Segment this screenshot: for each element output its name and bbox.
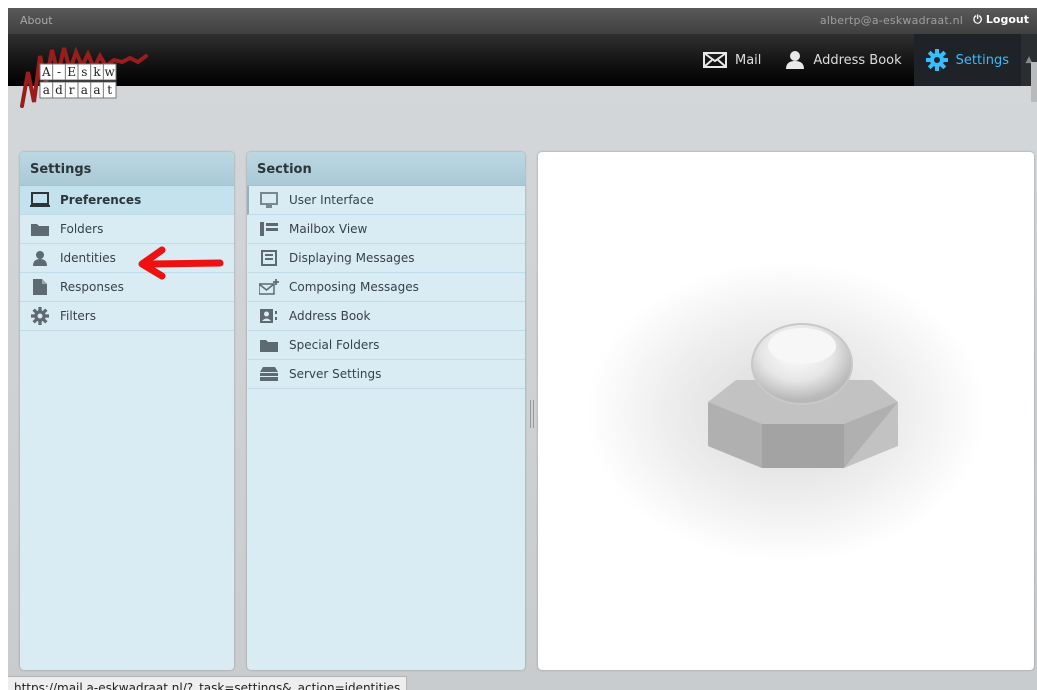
server-icon bbox=[259, 365, 279, 383]
logo-letter: A bbox=[41, 65, 51, 79]
section-item-user-interface[interactable]: User Interface bbox=[247, 186, 525, 215]
nav-mail-label: Mail bbox=[735, 52, 762, 68]
logo-letter: w bbox=[105, 65, 116, 79]
mail-window: About albertp@a-eskwadraat.nl ⏻ Logout A-… bbox=[8, 8, 1037, 690]
user-email: albertp@a-eskwadraat.nl bbox=[819, 14, 963, 27]
section-item-address-book[interactable]: Address Book bbox=[247, 302, 525, 331]
gear-icon bbox=[925, 49, 948, 71]
logo-letter: r bbox=[69, 83, 75, 97]
content-panel bbox=[538, 152, 1034, 670]
section-panel: Section User Interface Mailbox View Disp… bbox=[247, 152, 525, 670]
section-item-label: Displaying Messages bbox=[289, 251, 415, 265]
list-view-icon bbox=[259, 220, 279, 238]
folder-icon bbox=[259, 336, 279, 354]
logout-button[interactable]: ⏻ Logout bbox=[973, 13, 1029, 27]
settings-item-label: Folders bbox=[60, 222, 104, 236]
logo-letter: E bbox=[67, 65, 76, 79]
settings-item-preferences[interactable]: Preferences bbox=[20, 186, 234, 215]
section-item-composing-messages[interactable]: Composing Messages bbox=[247, 273, 525, 302]
settings-item-label: Responses bbox=[60, 280, 124, 294]
message-view-icon bbox=[259, 249, 279, 267]
section-item-label: Address Book bbox=[289, 309, 371, 323]
person-icon bbox=[786, 51, 805, 69]
mail-icon bbox=[703, 52, 727, 68]
compose-icon bbox=[259, 278, 279, 296]
person-icon bbox=[30, 249, 50, 267]
nav-mail[interactable]: Mail bbox=[691, 34, 773, 86]
section-panel-title: Section bbox=[247, 152, 525, 186]
section-item-label: Server Settings bbox=[289, 367, 382, 381]
main-nav: Mail Address Book Settings ▲ bbox=[691, 34, 1037, 86]
section-item-server-settings[interactable]: Server Settings bbox=[247, 360, 525, 389]
logout-label: Logout bbox=[985, 13, 1029, 26]
logo[interactable]: A-Eskw adraat bbox=[18, 42, 158, 110]
section-item-label: Special Folders bbox=[289, 338, 380, 352]
logo-letter: a bbox=[43, 83, 50, 97]
settings-item-label: Identities bbox=[60, 251, 116, 265]
about-link[interactable]: About bbox=[20, 14, 53, 27]
logo-letter: a bbox=[93, 83, 100, 97]
roundcube-watermark-icon bbox=[586, 262, 986, 562]
section-item-label: User Interface bbox=[289, 193, 374, 207]
red-arrow-annotation bbox=[138, 246, 224, 280]
settings-item-filters[interactable]: Filters bbox=[20, 302, 234, 331]
section-item-special-folders[interactable]: Special Folders bbox=[247, 331, 525, 360]
status-bar-url: https://mail.a-eskwadraat.nl/?_task=sett… bbox=[8, 676, 408, 690]
section-item-label: Composing Messages bbox=[289, 280, 419, 294]
logo-letter: a bbox=[81, 83, 88, 97]
settings-item-label: Preferences bbox=[60, 193, 142, 207]
logo-letter: t bbox=[107, 83, 112, 97]
settings-item-label: Filters bbox=[60, 309, 96, 323]
document-icon bbox=[30, 278, 50, 296]
settings-panel: Settings Preferences Folders Identities bbox=[20, 152, 234, 670]
monitor-icon bbox=[259, 191, 279, 209]
logo-letter: s bbox=[81, 65, 87, 79]
section-item-mailbox-view[interactable]: Mailbox View bbox=[247, 215, 525, 244]
nav-address-book-label: Address Book bbox=[813, 52, 902, 68]
nav-address-book[interactable]: Address Book bbox=[773, 34, 913, 86]
settings-panel-title: Settings bbox=[20, 152, 234, 186]
gear-icon bbox=[30, 307, 50, 325]
monitor-icon bbox=[30, 191, 50, 209]
power-icon: ⏻ bbox=[973, 13, 982, 26]
top-bar: About albertp@a-eskwadraat.nl ⏻ Logout bbox=[8, 8, 1037, 34]
nav-settings-label: Settings bbox=[955, 52, 1009, 68]
settings-item-folders[interactable]: Folders bbox=[20, 215, 234, 244]
section-item-displaying-messages[interactable]: Displaying Messages bbox=[247, 244, 525, 273]
header-bar: A-Eskw adraat Mail Address Book Settings… bbox=[8, 34, 1037, 108]
nav-settings[interactable]: Settings bbox=[913, 34, 1021, 86]
logo-letter: - bbox=[57, 65, 61, 79]
logo-letter: d bbox=[55, 83, 63, 97]
panel-splitter[interactable] bbox=[530, 400, 534, 428]
section-list: User Interface Mailbox View Displaying M… bbox=[247, 186, 525, 389]
section-item-label: Mailbox View bbox=[289, 222, 368, 236]
logo-letter: k bbox=[93, 65, 101, 79]
contact-card-icon bbox=[259, 307, 279, 325]
window-scrollbar[interactable] bbox=[1031, 62, 1037, 102]
folder-icon bbox=[30, 220, 50, 238]
